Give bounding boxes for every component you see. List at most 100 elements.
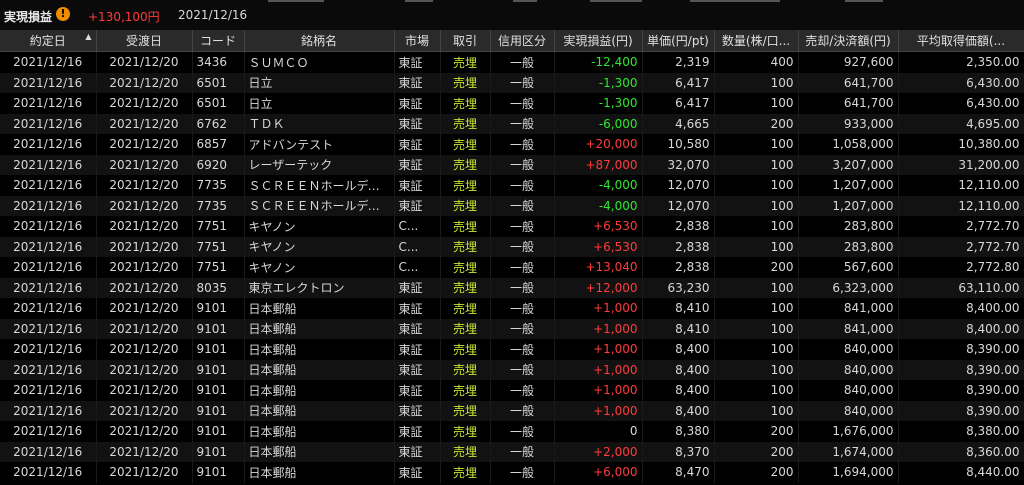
table-row[interactable]: 2021/12/16 2021/12/20 3436 ＳＵＭＣＯ 東証 売埋 一般 -12,4…	[0, 51, 1024, 73]
column-header[interactable]: 実現損益(円)	[554, 30, 643, 52]
column-header[interactable]: 信用区分	[490, 30, 555, 52]
column-header[interactable]: コード	[192, 30, 245, 52]
table-cell: 31,200.00	[898, 154, 1024, 175]
table-cell: 2021/12/20	[96, 380, 193, 401]
table-row[interactable]: 2021/12/16 2021/12/20 9101 日本郵船 東証 売埋 一般 +1,000…	[0, 359, 1024, 380]
realized-pnl-label: 実現損益	[4, 10, 53, 24]
table-cell: 283,800	[798, 236, 899, 257]
table-row[interactable]: 2021/12/16 2021/12/20 7735 ＳＣＲＥＥＮホールディ... 東証…	[0, 195, 1024, 216]
table-cell: 2,838	[642, 236, 715, 257]
sort-ascending-icon: ▲	[85, 32, 92, 41]
summary-date: 2021/12/16	[178, 8, 248, 22]
table-cell: 2021/12/20	[96, 195, 193, 216]
table-row[interactable]: 2021/12/16 2021/12/20 6762 ＴＤＫ 東証 売埋 一般 -6,000 4…	[0, 113, 1024, 134]
table-cell: 12,110.00	[898, 195, 1024, 216]
table-row[interactable]: 2021/12/16 2021/12/20 9101 日本郵船 東証 売埋 一般 +1,000…	[0, 339, 1024, 360]
table-cell: ＳＣＲＥＥＮホールディ...	[244, 175, 395, 196]
table-cell: 2021/12/16	[0, 216, 97, 237]
column-header[interactable]: 取引	[440, 30, 491, 52]
table-cell: 9101	[192, 441, 245, 462]
table-cell: 東証	[394, 359, 441, 380]
table-row[interactable]: 2021/12/16 2021/12/20 7751 キヤノン C... 売埋 一般 +6,5…	[0, 236, 1024, 257]
table-cell: 2021/12/16	[0, 441, 97, 462]
table-cell: 6,417	[642, 72, 715, 93]
table-row[interactable]: 2021/12/16 2021/12/20 9101 日本郵船 東証 売埋 一般 +2,000…	[0, 441, 1024, 462]
table-cell: 100	[714, 236, 799, 257]
table-row[interactable]: 2021/12/16 2021/12/20 9101 日本郵船 東証 売埋 一般 0 8,380…	[0, 421, 1024, 442]
column-header[interactable]: 銘柄名	[244, 30, 395, 52]
table-cell: 200	[714, 421, 799, 442]
table-cell: 一般	[490, 175, 555, 196]
table-cell: 6501	[192, 72, 245, 93]
toolbar-stub[interactable]	[268, 0, 324, 2]
column-header[interactable]: 約定日 ▲	[0, 30, 97, 52]
realized-pnl-total: +130,100円	[88, 10, 160, 24]
table-cell: 東京エレクトロン	[244, 277, 395, 298]
table-row[interactable]: 2021/12/16 2021/12/20 7751 キヤノン C... 売埋 一般 +6,5…	[0, 216, 1024, 237]
table-cell: 2021/12/20	[96, 154, 193, 175]
table-row[interactable]: 2021/12/16 2021/12/20 9101 日本郵船 東証 売埋 一般 +1,000…	[0, 380, 1024, 401]
toolbar-stub[interactable]	[845, 0, 883, 2]
table-row[interactable]: 2021/12/16 2021/12/20 7751 キヤノン C... 売埋 一般 +13,…	[0, 257, 1024, 278]
toolbar-stub[interactable]	[590, 0, 642, 2]
column-header[interactable]: 市場	[394, 30, 441, 52]
table-row[interactable]: 2021/12/16 2021/12/20 6920 レーザーテック 東証 売埋 一般 +87…	[0, 154, 1024, 175]
table-cell: 100	[714, 175, 799, 196]
table-cell: 100	[714, 339, 799, 360]
table-row[interactable]: 2021/12/16 2021/12/20 6857 アドバンテスト 東証 売埋 一般 +20…	[0, 134, 1024, 155]
table-cell: 8,410	[642, 318, 715, 339]
column-header[interactable]: 数量(株/口...	[714, 30, 799, 52]
table-cell: 840,000	[798, 359, 899, 380]
table-cell: 東証	[394, 380, 441, 401]
column-header[interactable]: 単価(円/pt)	[642, 30, 715, 52]
toolbar-stub[interactable]	[405, 0, 433, 2]
table-cell: -12,400	[554, 51, 643, 73]
table-cell: 一般	[490, 359, 555, 380]
table-cell: 東証	[394, 298, 441, 319]
column-header[interactable]: 売却/決済額(円)	[798, 30, 899, 52]
table-cell: 2021/12/20	[96, 175, 193, 196]
table-cell: 1,207,000	[798, 195, 899, 216]
table-cell: 売埋	[440, 441, 491, 462]
table-cell: 641,700	[798, 72, 899, 93]
table-cell: +1,000	[554, 400, 643, 421]
table-row[interactable]: 2021/12/16 2021/12/20 9101 日本郵船 東証 売埋 一般 +1,000…	[0, 298, 1024, 319]
table-cell: 840,000	[798, 380, 899, 401]
column-header[interactable]: 平均取得価額(...	[898, 30, 1024, 52]
table-cell: 9101	[192, 400, 245, 421]
table-cell: 売埋	[440, 421, 491, 442]
table-cell: 840,000	[798, 339, 899, 360]
table-cell: 2021/12/20	[96, 51, 193, 73]
warning-icon[interactable]: !	[56, 7, 70, 21]
table-cell: 東証	[394, 195, 441, 216]
table-cell: 2021/12/20	[96, 318, 193, 339]
table-row[interactable]: 2021/12/16 2021/12/20 7735 ＳＣＲＥＥＮホールディ... 東証…	[0, 175, 1024, 196]
table-cell: 100	[714, 72, 799, 93]
table-row[interactable]: 2021/12/16 2021/12/20 9101 日本郵船 東証 売埋 一般 +1,000…	[0, 318, 1024, 339]
table-row[interactable]: 2021/12/16 2021/12/20 6501 日立 東証 売埋 一般 -1,300 6,…	[0, 93, 1024, 114]
table-cell: 売埋	[440, 175, 491, 196]
table-cell: 日本郵船	[244, 318, 395, 339]
table-cell: 1,694,000	[798, 462, 899, 483]
table-cell: 売埋	[440, 113, 491, 134]
column-header[interactable]: 受渡日	[96, 30, 193, 52]
table-row[interactable]: 2021/12/16 2021/12/20 8035 東京エレクトロン 東証 売埋 一般 +1…	[0, 277, 1024, 298]
toolbar-stub[interactable]	[513, 0, 537, 2]
table-cell: +1,000	[554, 359, 643, 380]
table-cell: 2021/12/16	[0, 339, 97, 360]
table-cell: 3436	[192, 51, 245, 73]
toolbar-stub[interactable]	[690, 0, 780, 2]
table-cell: アドバンテスト	[244, 134, 395, 155]
table-cell: 一般	[490, 318, 555, 339]
table-cell: 2,319	[642, 51, 715, 73]
table-cell: 売埋	[440, 359, 491, 380]
table-row[interactable]: 2021/12/16 2021/12/20 9101 日本郵船 東証 売埋 一般 +6,000…	[0, 462, 1024, 483]
table-cell: +20,000	[554, 134, 643, 155]
table-cell: 一般	[490, 113, 555, 134]
table-cell: +1,000	[554, 298, 643, 319]
table-row[interactable]: 2021/12/16 2021/12/20 6501 日立 東証 売埋 一般 -1,300 6,…	[0, 72, 1024, 93]
table-cell: 売埋	[440, 195, 491, 216]
table-row[interactable]: 2021/12/16 2021/12/20 9101 日本郵船 東証 売埋 一般 +1,000…	[0, 400, 1024, 421]
table-cell: 8,390.00	[898, 339, 1024, 360]
table-cell: 2021/12/20	[96, 421, 193, 442]
